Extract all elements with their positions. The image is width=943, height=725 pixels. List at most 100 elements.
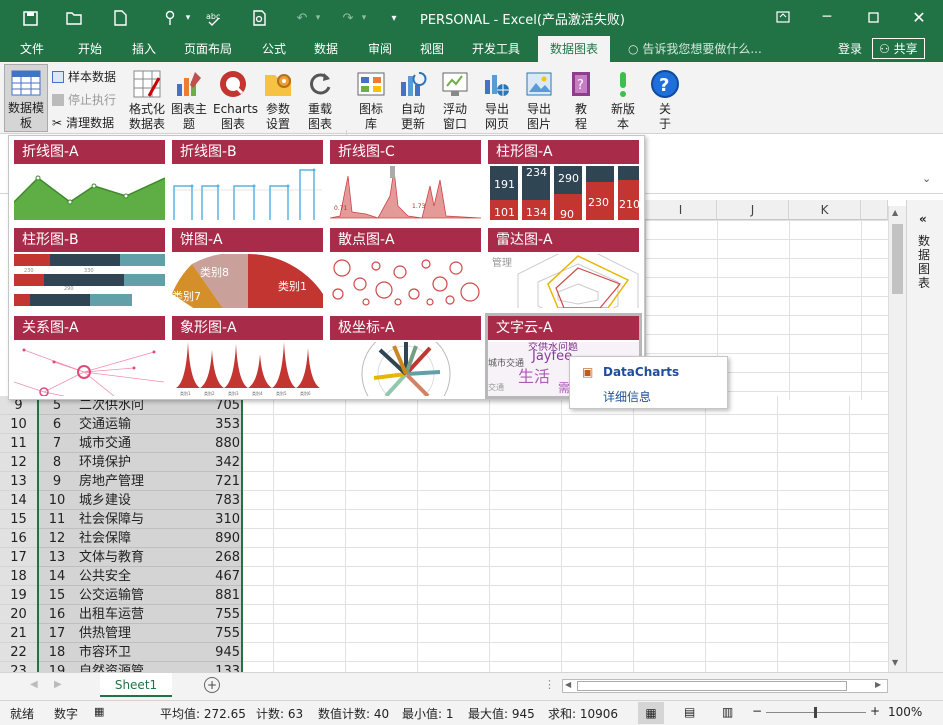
- tab-home[interactable]: 开始: [78, 40, 102, 57]
- tab-data[interactable]: 数据: [314, 40, 338, 57]
- page-break-icon[interactable]: ▥: [722, 705, 733, 719]
- cell-index[interactable]: 13: [38, 548, 76, 567]
- sheet-prev-icon[interactable]: ◀: [30, 679, 38, 690]
- macro-record-icon[interactable]: ▦: [94, 705, 104, 718]
- row-number[interactable]: 18: [0, 567, 38, 586]
- scroll-thumb[interactable]: [892, 224, 903, 294]
- tab-view[interactable]: 视图: [420, 40, 444, 57]
- tab-insert[interactable]: 插入: [132, 40, 156, 57]
- cell-category[interactable]: 供热管理: [76, 624, 153, 643]
- cell-value[interactable]: 268: [153, 548, 242, 567]
- cell-value[interactable]: 721: [153, 472, 242, 491]
- cell-category[interactable]: 市容环卫: [76, 643, 153, 662]
- row-number[interactable]: 16: [0, 529, 38, 548]
- cell-category[interactable]: 城乡建设: [76, 491, 153, 510]
- redraw-button[interactable]: 重载图表: [300, 66, 340, 132]
- cell-index[interactable]: 12: [38, 529, 76, 548]
- cell-index[interactable]: 14: [38, 567, 76, 586]
- collapse-pane-icon[interactable]: «: [919, 212, 927, 226]
- login-link[interactable]: 登录: [838, 40, 862, 57]
- scroll-left-icon[interactable]: ◀: [565, 680, 571, 689]
- gallery-item-line-a[interactable]: 折线图-A: [14, 140, 165, 220]
- cell-category[interactable]: 公交运输管: [76, 586, 153, 605]
- cell-value[interactable]: 755: [153, 624, 242, 643]
- tab-formula[interactable]: 公式: [262, 40, 286, 57]
- maximize-icon[interactable]: [858, 6, 888, 28]
- redo-dropdown-icon[interactable]: ▾: [354, 8, 374, 28]
- gallery-item-bar-a[interactable]: 柱形图-A 191 234 290 101 134 90 230 210: [488, 140, 639, 220]
- float-window-button[interactable]: 浮动窗口: [436, 66, 474, 132]
- row-number[interactable]: 13: [0, 472, 38, 491]
- about-button[interactable]: ? 关于: [646, 66, 684, 132]
- stop-exec-button[interactable]: 停止执行: [52, 91, 116, 108]
- hscroll-thumb[interactable]: [577, 681, 847, 691]
- gallery-item-pie-a[interactable]: 饼图-A 类别8 类别7 类别1: [172, 228, 323, 308]
- column-header-j[interactable]: J: [717, 200, 789, 220]
- cell-category[interactable]: 公共安全: [76, 567, 153, 586]
- row-number[interactable]: 10: [0, 415, 38, 434]
- scroll-up-icon[interactable]: ▲: [892, 208, 898, 217]
- echarts-button[interactable]: Echarts图表: [210, 66, 258, 132]
- cell-value[interactable]: 310: [153, 510, 242, 529]
- cell-category[interactable]: 社会保障与: [76, 510, 153, 529]
- template-button[interactable]: 数据模板: [4, 64, 48, 132]
- cell-value[interactable]: 890: [153, 529, 242, 548]
- close-icon[interactable]: ✕: [904, 6, 934, 28]
- cell-index[interactable]: 15: [38, 586, 76, 605]
- chart-theme-button[interactable]: 图表主题: [168, 66, 210, 132]
- column-header-i[interactable]: I: [645, 200, 717, 220]
- undo-dropdown-icon[interactable]: ▾: [308, 8, 328, 28]
- sheet-next-icon[interactable]: ▶: [54, 679, 62, 690]
- gallery-item-line-b[interactable]: 折线图-B: [172, 140, 323, 220]
- export-img-button[interactable]: 导出图片: [520, 66, 558, 132]
- cell-category[interactable]: 城市交通: [76, 434, 153, 453]
- sheet-tab[interactable]: Sheet1: [100, 673, 172, 697]
- cell-value[interactable]: 342: [153, 453, 242, 472]
- column-header-next[interactable]: [861, 200, 888, 220]
- sample-data-button[interactable]: 样本数据: [52, 68, 116, 85]
- gallery-item-bar-b[interactable]: 柱形图-B 230 330 290: [14, 228, 165, 308]
- cell-value[interactable]: 353: [153, 415, 242, 434]
- cell-index[interactable]: 7: [38, 434, 76, 453]
- row-number[interactable]: 12: [0, 453, 38, 472]
- page-layout-icon[interactable]: ▤: [684, 705, 695, 719]
- row-number[interactable]: 22: [0, 643, 38, 662]
- cell-index[interactable]: 19: [38, 662, 76, 672]
- cell-category[interactable]: 出租车运营: [76, 605, 153, 624]
- cell-value[interactable]: 783: [153, 491, 242, 510]
- cell-category[interactable]: 文体与教育: [76, 548, 153, 567]
- cell-category[interactable]: 自然资源管: [76, 662, 153, 672]
- tab-file[interactable]: 文件: [20, 40, 44, 57]
- cell-category[interactable]: 交通运输: [76, 415, 153, 434]
- split-handle-icon[interactable]: ⋮: [544, 678, 555, 691]
- export-web-button[interactable]: 导出网页: [478, 66, 516, 132]
- cell-index[interactable]: 17: [38, 624, 76, 643]
- tab-review[interactable]: 审阅: [368, 40, 392, 57]
- clear-data-button[interactable]: ✂ 清理数据: [52, 114, 114, 131]
- touch-icon[interactable]: [160, 8, 180, 28]
- cell-value[interactable]: 467: [153, 567, 242, 586]
- gallery-item-radar-a[interactable]: 雷达图-A 管理: [488, 228, 639, 308]
- zoom-slider-thumb[interactable]: [814, 707, 817, 718]
- tab-developer[interactable]: 开发工具: [472, 40, 520, 57]
- add-sheet-icon[interactable]: +: [204, 677, 220, 693]
- normal-view-icon[interactable]: ▦: [638, 702, 664, 724]
- params-button[interactable]: 参数设置: [258, 66, 298, 132]
- cell-category[interactable]: 社会保障: [76, 529, 153, 548]
- row-number[interactable]: 14: [0, 491, 38, 510]
- auto-update-button[interactable]: 自动更新: [394, 66, 432, 132]
- minimize-icon[interactable]: ─: [812, 6, 842, 28]
- row-number[interactable]: 21: [0, 624, 38, 643]
- gallery-item-scatter-a[interactable]: 散点图-A: [330, 228, 481, 308]
- tab-layout[interactable]: 页面布局: [184, 40, 232, 57]
- scroll-down-icon[interactable]: ▼: [892, 658, 898, 667]
- cell-index[interactable]: 8: [38, 453, 76, 472]
- scroll-right-icon[interactable]: ▶: [875, 680, 881, 689]
- save-icon[interactable]: [20, 8, 40, 28]
- zoom-level[interactable]: 100%: [888, 705, 922, 719]
- cell-index[interactable]: 10: [38, 491, 76, 510]
- chart-lib-button[interactable]: 图标库: [352, 66, 390, 132]
- gallery-item-graph-a[interactable]: 关系图-A: [14, 316, 165, 396]
- format-table-button[interactable]: 格式化数据表: [126, 66, 168, 132]
- share-button[interactable]: ⚇ 共享: [872, 38, 925, 59]
